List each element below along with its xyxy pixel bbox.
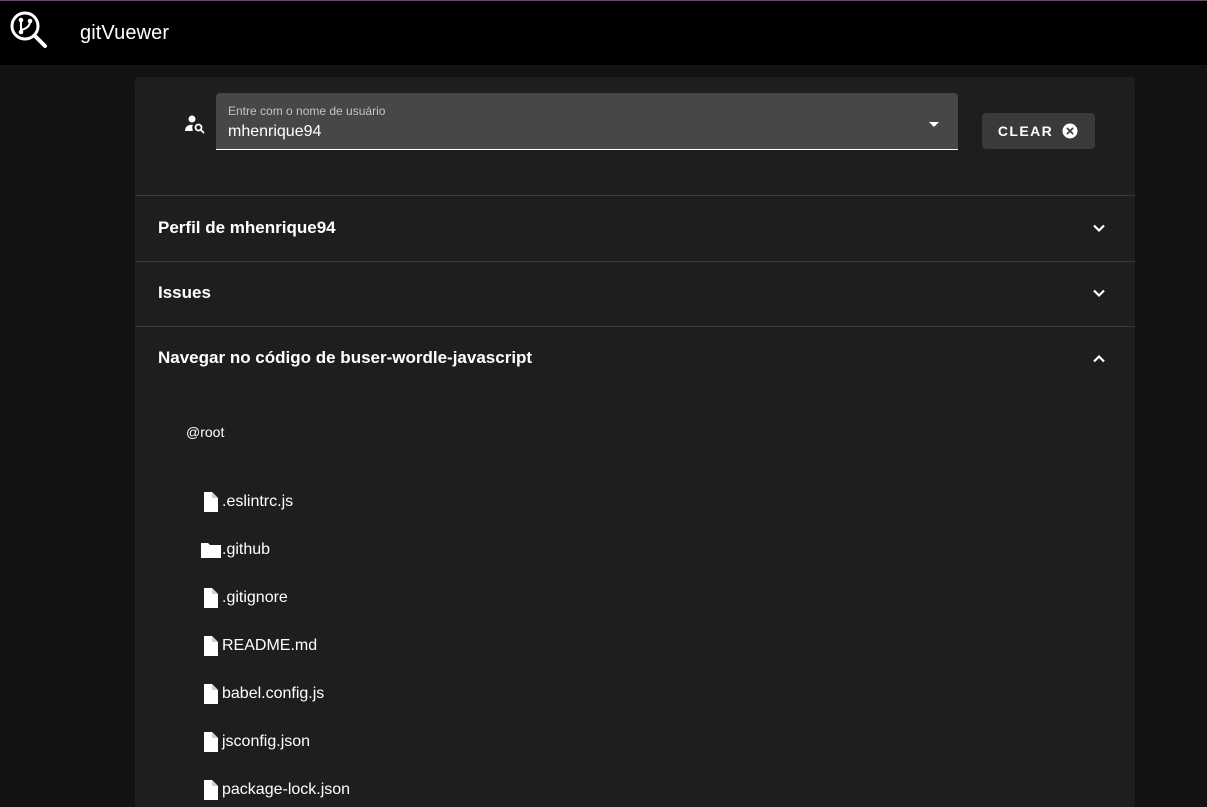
file-icon [204,684,218,704]
app-bar: gitVuewer [0,0,1207,65]
tree-item-file[interactable]: .eslintrc.js [199,490,293,514]
panel-profile-title: Perfil de mhenrique94 [158,218,336,237]
close-circle-icon [1062,123,1078,139]
clear-button[interactable]: CLEAR [982,113,1095,149]
tree-item-label: .gitignore [222,589,288,606]
search-row: Entre com o nome de usuário mhenrique94 … [135,77,1135,195]
account-search-icon [185,115,205,134]
tree-item-file[interactable]: README.md [199,634,317,658]
menu-down-icon[interactable] [922,112,946,136]
app-title: gitVuewer [80,22,170,44]
file-icon [204,732,218,752]
file-icon [204,588,218,608]
chevron-down-icon[interactable] [1087,216,1111,240]
tree-item-label: jsconfig.json [222,733,311,750]
tree-item-file[interactable]: package-lock.json [199,778,350,802]
username-select-label: Entre com o nome de usuário [228,104,386,118]
chevron-down-icon[interactable] [1087,281,1111,305]
tree-item-file[interactable]: babel.config.js [199,682,324,706]
file-icon [204,636,218,656]
panel-code-browser[interactable]: Navegar no código de buser-wordle-javasc… [135,326,1135,391]
chevron-up-icon[interactable] [1087,347,1111,371]
tree-item-label: .eslintrc.js [222,493,294,510]
clear-button-label: CLEAR [997,123,1054,139]
file-icon [204,492,218,512]
tree-item-file[interactable]: .gitignore [199,586,288,610]
tree-item-label: babel.config.js [222,685,325,702]
tree-item-label: package-lock.json [222,781,351,798]
tree-item-file[interactable]: jsconfig.json [199,730,310,754]
tree-item-folder[interactable]: .github [199,538,270,562]
git-search-logo-icon[interactable] [9,10,49,50]
username-select-value[interactable]: mhenrique94 [228,123,321,141]
tree-root-label[interactable]: @root [186,424,224,440]
panel-code-browser-title: Navegar no código de buser-wordle-javasc… [158,348,533,367]
tree-item-label: .github [222,541,271,558]
panel-issues[interactable]: Issues [135,261,1135,326]
tree-item-label: README.md [222,637,318,654]
username-select[interactable]: Entre com o nome de usuário mhenrique94 [216,93,958,150]
panel-profile[interactable]: Perfil de mhenrique94 [135,195,1135,260]
panel-issues-title: Issues [158,283,211,302]
main-card: Entre com o nome de usuário mhenrique94 … [135,77,1135,807]
folder-icon [201,543,221,558]
file-icon [204,780,218,800]
